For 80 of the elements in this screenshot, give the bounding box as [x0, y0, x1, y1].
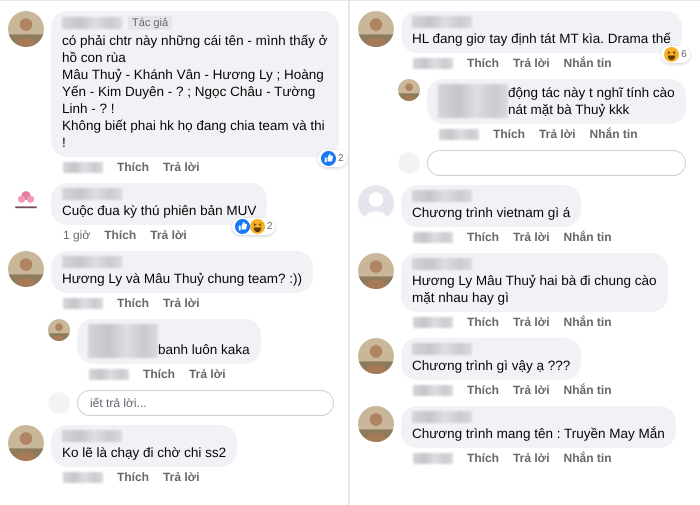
comment-action-link[interactable]: Nhắn tin — [564, 56, 612, 70]
avatar[interactable] — [398, 79, 420, 101]
avatar[interactable] — [8, 425, 44, 461]
avatar[interactable] — [8, 11, 44, 47]
redacted-time — [413, 452, 453, 464]
comment-action-link[interactable]: Thích — [117, 296, 149, 310]
redacted-time — [63, 472, 103, 482]
redacted-name — [88, 324, 158, 358]
avatar[interactable] — [358, 11, 394, 47]
like-icon — [320, 151, 336, 166]
comment-text: Hương Ly và Mâu Thuỷ chung team? :)) — [62, 270, 302, 287]
avatar[interactable] — [48, 319, 70, 341]
comment-action-link[interactable]: Thích — [117, 160, 149, 174]
reaction-count[interactable]: 2 — [232, 218, 276, 235]
comment-action-link[interactable]: Thích — [467, 315, 499, 329]
reply-field[interactable] — [427, 150, 686, 176]
comment-action-link[interactable]: Thích — [143, 367, 175, 381]
redacted-name — [62, 256, 122, 268]
comment-action-link[interactable]: Trả lời — [513, 56, 550, 70]
laughing-face-icon — [250, 219, 265, 234]
redacted-name — [412, 190, 472, 202]
redacted-time — [63, 298, 103, 308]
comment-action-link[interactable]: Trả lời — [150, 228, 187, 242]
reaction-count[interactable]: 6 — [661, 46, 690, 63]
avatar[interactable] — [8, 251, 44, 287]
laughing-face-icon — [664, 47, 680, 62]
comment-text: Chương trình mang tên : Truyền May Mắn — [412, 425, 665, 442]
comment-action-link[interactable]: Trả lời — [163, 470, 200, 484]
comment-action-link[interactable]: Trả lời — [163, 160, 200, 174]
comment-text: Ko lẽ là chạy đi chờ chi ss2 — [62, 444, 226, 461]
author-badge: Tác giả — [128, 16, 172, 30]
comment-text: Chương trình gì vậy ạ ??? — [412, 357, 570, 374]
reaction-count[interactable]: 2 — [318, 150, 347, 167]
comment-action-link[interactable]: Nhắn tin — [564, 383, 612, 397]
comment-text: động tác này t nghĩ tính cào nát mặt bà Thuỷ kkk — [508, 84, 675, 118]
redacted-name — [62, 188, 122, 200]
comment-action-link[interactable]: Thích — [467, 230, 499, 244]
like-icon — [234, 219, 250, 234]
redacted-time — [413, 316, 453, 328]
comment-action-link[interactable]: Thích — [467, 451, 499, 465]
comment-action-link[interactable]: Thích — [493, 127, 525, 141]
avatar[interactable] — [358, 253, 394, 289]
comment-action-link[interactable]: Nhắn tin — [564, 230, 612, 244]
reply-field[interactable]: iết trả lời... — [77, 390, 334, 416]
redacted-name — [412, 16, 472, 28]
avatar[interactable] — [358, 406, 394, 442]
redacted-time — [63, 162, 103, 172]
comment-text: có phải chtr này những cái tên - mình thấy ở hồ con rùa Mâu Thuỷ - Khánh Vân - Hương Ly ; Hoàng Yến - Kim Duyên - ? ; Ngọc Châu - Tường Linh - ? ! Không biết phai hk họ đang chia team và thi ! — [62, 32, 328, 151]
comment-text: Chương trình vietnam gì á — [412, 204, 570, 221]
redacted-time — [439, 128, 479, 140]
redacted-time — [89, 368, 129, 380]
comment-action-link[interactable]: Trả lời — [513, 383, 550, 397]
comment-action-link[interactable]: Thích — [467, 56, 499, 70]
redacted-name — [438, 84, 508, 118]
redacted-name — [412, 258, 472, 270]
comment-text: banh luôn kaka — [158, 341, 250, 358]
comment-action-link[interactable]: Thích — [104, 228, 136, 242]
redacted-time — [413, 384, 453, 396]
comment-action-link[interactable]: Trả lời — [513, 315, 550, 329]
redacted-time — [413, 58, 453, 68]
comment-action-link[interactable]: Thích — [117, 470, 149, 484]
comment-action-link[interactable]: Trả lời — [163, 296, 200, 310]
redacted-name — [62, 17, 122, 29]
comment-action-link[interactable]: Trả lời — [189, 367, 226, 381]
comment-time: 1 giờ — [63, 228, 90, 242]
comment-text: HL đang giơ tay định tát MT kìa. Drama thế — [412, 30, 671, 47]
redacted-time — [413, 232, 453, 242]
comment-action-link[interactable]: Trả lời — [513, 451, 550, 465]
comment-text: Cuộc đua kỳ thú phiên bản MUV — [62, 202, 256, 219]
redacted-name — [412, 343, 472, 355]
comment-text: Hương Ly Mâu Thuỷ hai bà đi chung cào mặt nhau hay gì — [412, 272, 657, 306]
comment-action-link[interactable]: Trả lời — [539, 127, 576, 141]
comment-action-link[interactable]: Nhắn tin — [564, 315, 612, 329]
avatar[interactable] — [358, 338, 394, 374]
redacted-name — [412, 411, 472, 423]
comment-action-link[interactable]: Trả lời — [513, 230, 550, 244]
redacted-name — [62, 430, 122, 442]
comment-action-link[interactable]: Nhắn tin — [564, 451, 612, 465]
comment-action-link[interactable]: Nhắn tin — [590, 127, 638, 141]
comment-action-link[interactable]: Thích — [467, 383, 499, 397]
